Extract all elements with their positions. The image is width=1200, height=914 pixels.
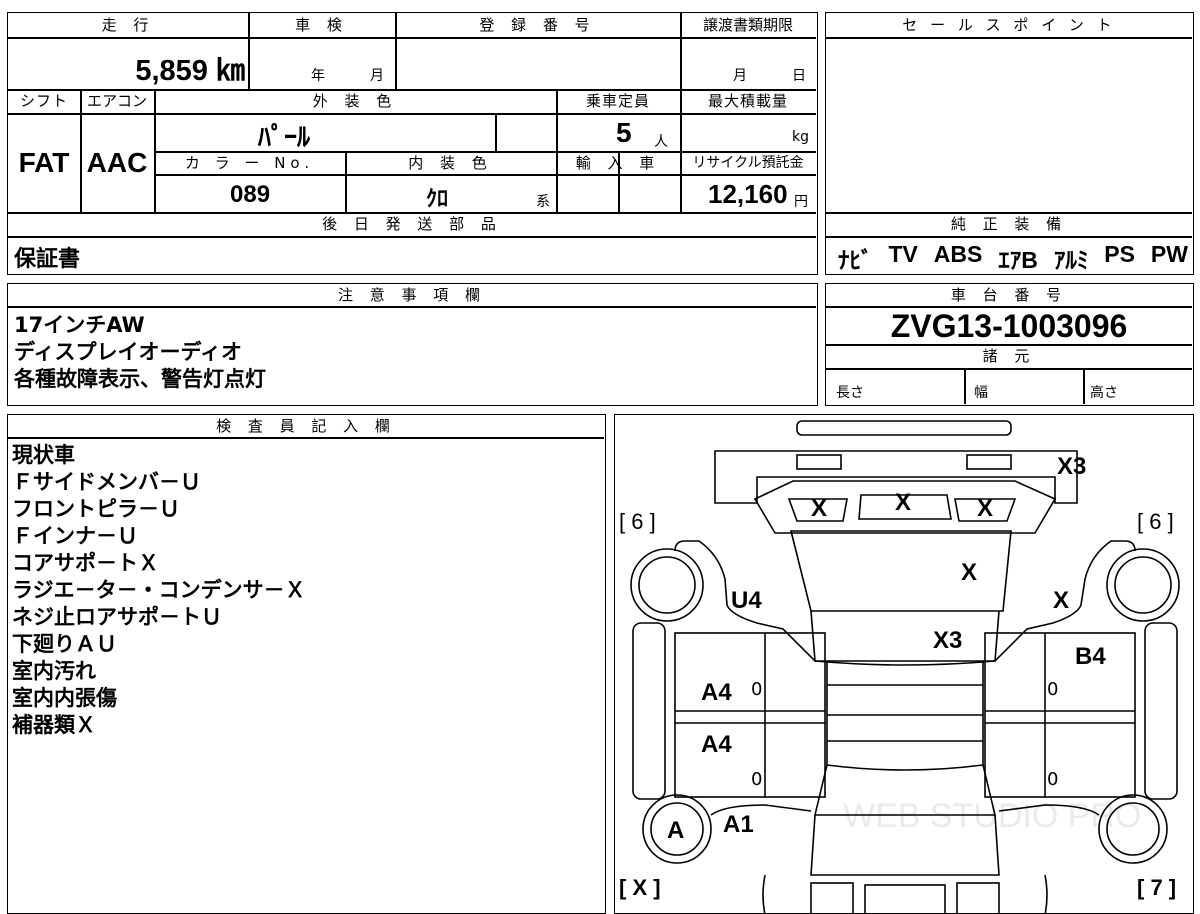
registration-header: 登 録 番 号 [479,16,596,34]
shift-value: FAT [18,147,70,178]
later-parts-value: 保証書 [14,247,81,272]
import-header: 輸 入 車 [575,154,661,172]
note-line: 各種故障表示、警告灯点灯 [14,367,266,391]
mark-glass-center: X [895,489,912,516]
inspector-line: Ｆサイドメンバ－Ｕ [12,470,201,494]
mark-glass-left: X [811,495,828,522]
inspector-line: 補器類Ｘ [12,713,96,737]
mark-door-zero: 0 [1047,769,1059,790]
mark-bumper: X3 [1057,453,1087,480]
mark-rear-door-left: A4 [701,731,732,758]
deadline-month-unit: 月 [733,68,747,84]
length-label: 長さ [836,385,864,401]
vehicle-info-table: 走 行 車 検 登 録 番 号 譲渡書類期限 5,859 ㎞ 年 月 月 日 シ… [7,12,818,275]
recycle-unit: 円 [794,194,808,210]
bracket-rear-left: [ X ] [619,875,661,900]
mileage-header: 走 行 [101,16,155,34]
equip-airbag: ｴｱB [998,247,1038,273]
max-load-unit: kg [792,129,809,145]
inspection-month-unit: 月 [370,68,384,84]
inspector-line: 下廻りＡＵ [12,632,117,656]
mark-door-zero: 0 [751,679,763,700]
mark-door-zero: 0 [751,769,763,790]
inspection-header: 車 検 [295,16,348,34]
chassis-box: 車 台 番 号 ZVG13-1003096 諸 元 長さ 幅 高さ [825,283,1194,406]
notes-list: 17インチAW ディスプレイオーディオ 各種故障表示、警告灯点灯 [14,312,266,393]
mark-front-door-right: B4 [1075,643,1106,670]
specs-header: 諸 元 [982,347,1036,365]
damage-diagram: [ 6 ] [ 6 ] [ X ] [ 7 ] X3 X X X X U4 X … [614,414,1194,914]
width-label: 幅 [974,385,988,401]
later-parts-header: 後 日 発 送 部 品 [322,215,502,233]
bracket-rear-right: [ 7 ] [1137,875,1177,900]
inspector-line: コアサポ－トＸ [12,551,159,575]
inspector-box: 検 査 員 記 入 欄 現状車 Ｆサイドメンバ－Ｕ フロントピラ－Ｕ Ｆインナ－… [7,414,606,914]
bracket-front-right: [ 6 ] [1137,509,1174,534]
mark-quarter-left: A1 [723,811,754,838]
transfer-deadline-header: 譲渡書類期限 [702,16,793,34]
color-no-header: カ ラ ー No. [184,154,315,172]
mileage-value: 5,859 ㎞ [135,55,245,87]
note-line: ディスプレイオーディオ [14,340,243,364]
inspector-line: 現状車 [12,443,75,467]
equip-navi: ﾅﾋﾞ [838,247,873,273]
exterior-color-header: 外 装 色 [312,92,398,110]
mark-hood: X [961,559,978,586]
deadline-day-unit: 日 [792,68,806,84]
capacity-header: 乗車定員 [585,92,650,110]
inspector-header: 検 査 員 記 入 欄 [216,417,396,435]
chassis-number: ZVG13-1003096 [890,308,1128,344]
aircon-value: AAC [86,147,148,178]
inspection-year-unit: 年 [311,68,325,84]
exterior-color-value: ﾊﾟｰﾙ [258,123,311,153]
equip-tv: TV [888,241,918,267]
inspector-line: ネジ止ロアサポ－トＵ [12,605,222,629]
sales-point-box: セ ー ル ス ポ イ ン ト 純 正 装 備 ﾅﾋﾞ TV ABS ｴｱB ｱ… [825,12,1194,275]
aircon-header: エアコン [86,92,147,110]
bracket-front-left: [ 6 ] [619,509,656,534]
equip-alloy: ｱﾙﾐ [1053,247,1089,273]
inspector-line: ラジエ－タ－・コンデンサ－Ｘ [12,578,306,602]
mark-glass-right: X [977,495,994,522]
inspector-line: 室内内張傷 [12,686,117,710]
equip-ps: PS [1104,241,1135,267]
mark-door-zero: 0 [1047,679,1059,700]
capacity-unit: 人 [654,134,668,150]
mark-tire-rear-left: A [667,817,685,844]
genuine-equipment-header: 純 正 装 備 [950,215,1068,233]
notes-header: 注 意 事 項 欄 [337,286,487,304]
chassis-header: 車 台 番 号 [950,286,1068,304]
color-no-value: 089 [230,181,271,208]
recycle-fee-value: 12,160 [708,179,788,209]
inspector-line: フロントピラ－Ｕ [12,497,180,521]
max-load-header: 最大積載量 [707,92,788,110]
mark-fender-left: U4 [731,587,762,614]
height-label: 高さ [1090,385,1118,401]
equip-pw: PW [1150,241,1188,267]
interior-color-value: ｸﾛ [426,187,449,212]
mark-front-door-left: A4 [701,679,732,706]
interior-color-header: 内 装 色 [408,154,493,172]
inspector-line: 室内汚れ [12,659,96,683]
recycle-fee-header: リサイクル預託金 [692,155,804,171]
equip-abs: ABS [933,241,983,267]
mark-cowl: X3 [933,627,963,654]
inspector-list: 現状車 Ｆサイドメンバ－Ｕ フロントピラ－Ｕ Ｆインナ－Ｕ コアサポ－トＸ ラジ… [12,442,306,739]
shift-header: シフト [19,92,68,110]
interior-suffix: 系 [536,194,550,210]
genuine-equipment-list: ﾅﾋﾞ TV ABS ｴｱB ｱﾙﾐ PS PW [838,241,1188,275]
note-line: 17インチAW [14,313,145,337]
watermark: WEB STUDIO PRO [843,797,1142,835]
sales-point-header: セ ー ル ス ポ イ ン ト [902,16,1116,34]
notes-box: 注 意 事 項 欄 17インチAW ディスプレイオーディオ 各種故障表示、警告灯… [7,283,818,406]
capacity-value: 5 [616,117,632,148]
mark-fender-right: X [1053,587,1070,614]
inspector-line: Ｆインナ－Ｕ [12,524,138,548]
